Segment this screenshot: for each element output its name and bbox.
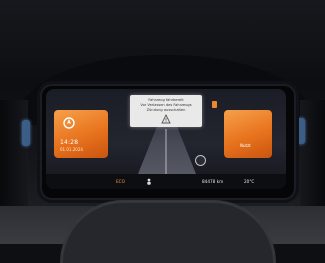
- center-indicator-icon: [195, 155, 206, 166]
- left-trim: [0, 100, 28, 210]
- digital-instrument-cluster: 14:28 01.01.2024 Nutzt Fahrzeug fahrbere…: [46, 89, 286, 189]
- left-info-card: 14:28 01.01.2024: [54, 110, 108, 158]
- drive-mode: ECO: [116, 179, 125, 184]
- person-icon: [147, 178, 151, 185]
- status-bar: ECO 84478 km 20°C: [46, 174, 286, 189]
- outside-temperature: 20°C: [244, 179, 255, 184]
- left-steering-controls: [22, 120, 30, 146]
- warning-line-1: Fahrzeug fahrbereit: [148, 98, 184, 102]
- right-card-label: Nutzt: [240, 143, 251, 148]
- warning-message-box: Fahrzeug fahrbereit Vor Verlassen des Fa…: [130, 95, 202, 127]
- odometer: 84478 km: [202, 179, 224, 184]
- right-trim: [300, 100, 325, 210]
- indicator-light: [212, 101, 217, 108]
- clock-date: 01.01.2024: [60, 147, 83, 152]
- right-steering-controls: [297, 118, 305, 144]
- clock-time: 14:28: [60, 139, 79, 146]
- steering-wheel: [60, 200, 276, 263]
- warning-line-2: Vor Verlassen des Fahrzeugs: [140, 103, 192, 107]
- navigation-icon: [63, 117, 75, 129]
- warning-line-3: Zündung ausschalten: [146, 108, 186, 112]
- warning-icon: [161, 114, 171, 124]
- right-info-card: Nutzt: [224, 110, 272, 158]
